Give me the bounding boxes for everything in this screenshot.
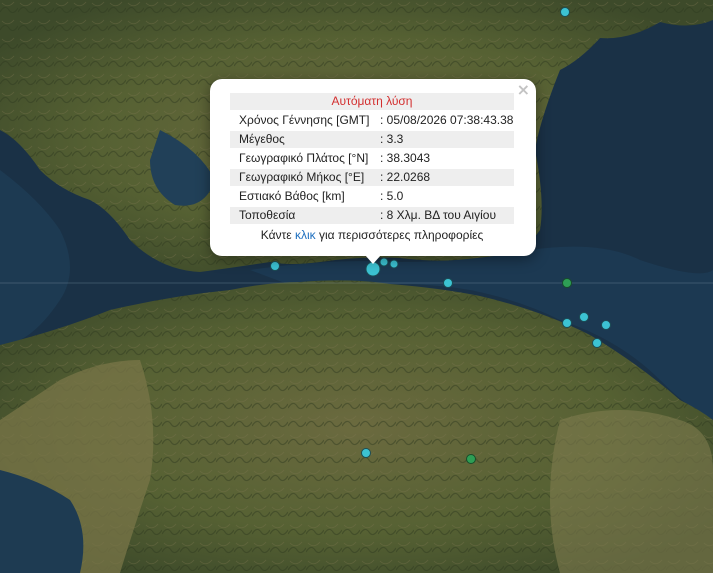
eastern-plain — [550, 410, 713, 573]
popup-tip — [365, 255, 381, 264]
row-value: : 8 Χλμ. ΒΔ του Αιγίου — [380, 208, 497, 222]
quake-marker[interactable] — [270, 261, 280, 271]
row-depth: Εστιακό Βάθος [km] : 5.0 — [230, 188, 514, 205]
row-longitude: Γεωγραφικό Μήκος [°E] : 22.0268 — [230, 169, 514, 186]
row-key: Εστιακό Βάθος [km] — [239, 189, 345, 203]
more-info-link[interactable]: κλικ — [295, 228, 316, 242]
footer-suffix: για περισσότερες πληροφορίες — [315, 228, 484, 242]
row-origin-time: Χρόνος Γέννησης [GMT] : 05/08/2026 07:38… — [230, 112, 514, 129]
quake-marker[interactable] — [579, 312, 589, 322]
quake-marker[interactable] — [592, 338, 602, 348]
row-key: Χρόνος Γέννησης [GMT] — [239, 113, 370, 127]
quake-marker-selected[interactable] — [365, 261, 381, 277]
row-latitude: Γεωγραφικό Πλάτος [°N] : 38.3043 — [230, 150, 514, 167]
row-value: : 5.0 — [380, 189, 404, 203]
quake-marker[interactable] — [379, 257, 389, 267]
row-magnitude: Μέγεθος : 3.3 — [230, 131, 514, 148]
earthquake-info-popup: × Αυτόματη λύση Χρόνος Γέννησης [GMT] : … — [210, 79, 536, 264]
popup-title: Αυτόματη λύση — [230, 93, 514, 110]
row-value: : 38.3043 — [380, 151, 431, 165]
row-key: Γεωγραφικό Πλάτος [°N] — [239, 151, 369, 165]
quake-marker[interactable] — [601, 320, 611, 330]
popup-footer: Κάντε κλικ για περισσότερες πληροφορίες — [230, 228, 514, 242]
row-value: : 22.0268 — [380, 170, 431, 184]
quake-marker-green[interactable] — [562, 278, 572, 288]
quake-marker[interactable] — [560, 7, 570, 17]
close-icon[interactable]: × — [517, 81, 530, 99]
quake-marker[interactable] — [389, 259, 399, 269]
row-location: Τοποθεσία : 8 Χλμ. ΒΔ του Αιγίου — [230, 207, 514, 224]
quake-marker[interactable] — [361, 448, 371, 458]
quake-marker[interactable] — [562, 318, 572, 328]
row-key: Μέγεθος — [239, 132, 285, 146]
quake-marker-green[interactable] — [466, 454, 476, 464]
row-value: : 05/08/2026 07:38:43.38 — [380, 113, 514, 127]
row-value: : 3.3 — [380, 132, 404, 146]
footer-prefix: Κάντε — [260, 228, 295, 242]
row-key: Γεωγραφικό Μήκος [°E] — [239, 170, 365, 184]
row-key: Τοποθεσία — [239, 208, 296, 222]
quake-marker[interactable] — [443, 278, 453, 288]
